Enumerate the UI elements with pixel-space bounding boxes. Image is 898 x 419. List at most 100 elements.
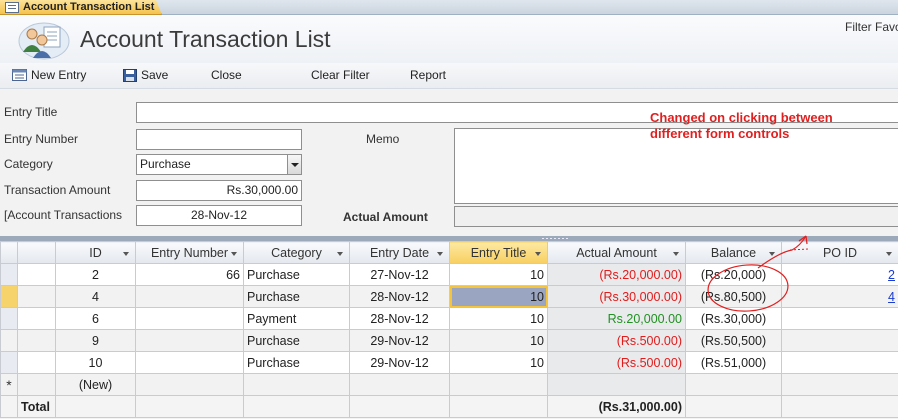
actual-amount-field[interactable] — [454, 206, 898, 227]
cell-entry-date[interactable]: 28-Nov-12 — [349, 285, 450, 308]
table-row[interactable]: 10 Purchase 29-Nov-12 10 (Rs.500.00) (Rs… — [0, 351, 898, 374]
column-header-id[interactable]: ID — [55, 241, 136, 264]
po-id-link[interactable]: 2 — [888, 268, 895, 282]
cell-category[interactable]: Purchase — [243, 285, 350, 308]
chevron-down-icon[interactable] — [886, 252, 892, 256]
row-selector[interactable] — [0, 263, 18, 286]
cell-id[interactable]: 2 — [55, 263, 136, 286]
cell-entry-title[interactable]: 10 — [449, 329, 548, 352]
chevron-down-icon[interactable] — [337, 252, 343, 256]
chevron-down-icon[interactable] — [769, 252, 775, 256]
new-record-marker[interactable]: * — [0, 373, 18, 396]
table-cell[interactable] — [17, 329, 56, 352]
cell-category[interactable]: Purchase — [243, 263, 350, 286]
new-record-row[interactable]: * (New) — [0, 373, 898, 396]
table-cell[interactable] — [547, 373, 686, 396]
cell-po-id[interactable] — [781, 307, 898, 330]
cell-category[interactable]: Payment — [243, 307, 350, 330]
table-row[interactable]: 2 66 Purchase 27-Nov-12 10 (Rs.20,000.00… — [0, 263, 898, 286]
table-cell[interactable] — [685, 373, 782, 396]
cell-entry-number[interactable] — [135, 329, 244, 352]
table-cell[interactable] — [17, 285, 56, 308]
filter-favorites-menu[interactable]: Filter Favo — [845, 20, 898, 34]
blank-header[interactable] — [17, 241, 56, 264]
chevron-down-icon[interactable] — [287, 155, 301, 174]
cell-id[interactable]: 4 — [55, 285, 136, 308]
report-button[interactable]: Report — [410, 68, 446, 82]
column-header-entry-title[interactable]: Entry Title — [449, 241, 548, 264]
cell-entry-date[interactable]: 29-Nov-12 — [349, 351, 450, 374]
cell-po-id[interactable]: 4 — [781, 285, 898, 308]
select-all-corner[interactable] — [0, 241, 18, 264]
row-selector[interactable] — [0, 351, 18, 374]
column-header-entry-number[interactable]: Entry Number — [135, 241, 244, 264]
table-row[interactable]: 4 Purchase 28-Nov-12 10 (Rs.30,000.00) (… — [0, 285, 898, 308]
column-header-actual-amount[interactable]: Actual Amount — [547, 241, 686, 264]
cell-actual-amount[interactable]: (Rs.20,000.00) — [547, 263, 686, 286]
cell-id[interactable]: 6 — [55, 307, 136, 330]
cell-id[interactable]: 9 — [55, 329, 136, 352]
cell-entry-number[interactable] — [135, 351, 244, 374]
cell-actual-amount[interactable]: (Rs.30,000.00) — [547, 285, 686, 308]
table-cell[interactable] — [781, 373, 898, 396]
table-cell[interactable] — [135, 373, 244, 396]
cell-entry-date[interactable]: 28-Nov-12 — [349, 307, 450, 330]
save-button[interactable]: Save — [123, 68, 168, 82]
column-header-entry-date[interactable]: Entry Date — [349, 241, 450, 264]
cell-id[interactable]: 10 — [55, 351, 136, 374]
cell-balance[interactable]: (Rs.50,500) — [685, 329, 782, 352]
column-header-category[interactable]: Category — [243, 241, 350, 264]
table-cell[interactable] — [17, 263, 56, 286]
cell-balance[interactable]: (Rs.80,500) — [685, 285, 782, 308]
cell-entry-number[interactable] — [135, 307, 244, 330]
cell-po-id[interactable] — [781, 329, 898, 352]
transaction-amount-field[interactable]: Rs.30,000.00 — [136, 180, 302, 201]
cell-category[interactable]: Purchase — [243, 329, 350, 352]
cell-actual-amount[interactable]: (Rs.500.00) — [547, 351, 686, 374]
account-transactions-date-field[interactable]: 28-Nov-12 — [136, 205, 302, 226]
cell-id-new[interactable]: (New) — [55, 373, 136, 396]
cell-entry-title[interactable]: 10 — [449, 263, 548, 286]
chevron-down-icon[interactable] — [673, 252, 679, 256]
cell-balance[interactable]: (Rs.30,000) — [685, 307, 782, 330]
splitter-grip-icon[interactable] — [541, 237, 569, 240]
category-combo[interactable]: Purchase — [136, 154, 302, 175]
chevron-down-icon[interactable] — [437, 252, 443, 256]
cell-entry-title-active[interactable]: 10 — [449, 285, 548, 308]
clear-filter-button[interactable]: Clear Filter — [311, 68, 370, 82]
cell-entry-date[interactable]: 27-Nov-12 — [349, 263, 450, 286]
column-header-po-id[interactable]: PO ID — [781, 241, 898, 264]
table-cell[interactable] — [349, 373, 450, 396]
cell-entry-number[interactable]: 66 — [135, 263, 244, 286]
close-button[interactable]: Close — [211, 68, 242, 82]
chevron-down-icon[interactable] — [535, 252, 541, 256]
table-cell[interactable] — [17, 307, 56, 330]
cell-entry-number[interactable] — [135, 285, 244, 308]
cell-entry-date[interactable]: 29-Nov-12 — [349, 329, 450, 352]
row-selector[interactable] — [0, 285, 18, 308]
cell-entry-title[interactable]: 10 — [449, 307, 548, 330]
document-tab-account-transaction-list[interactable]: Account Transaction List — [0, 0, 162, 15]
table-cell[interactable] — [243, 373, 350, 396]
cell-balance[interactable]: (Rs.20,000) — [685, 263, 782, 286]
table-row[interactable]: 6 Payment 28-Nov-12 10 Rs.20,000.00 (Rs.… — [0, 307, 898, 330]
cell-balance[interactable]: (Rs.51,000) — [685, 351, 782, 374]
table-cell[interactable] — [17, 373, 56, 396]
chevron-down-icon[interactable] — [231, 252, 237, 256]
new-entry-button[interactable]: New Entry — [12, 68, 86, 82]
cell-actual-amount[interactable]: Rs.20,000.00 — [547, 307, 686, 330]
cell-entry-title[interactable]: 10 — [449, 351, 548, 374]
cell-po-id[interactable] — [781, 351, 898, 374]
table-cell[interactable] — [449, 373, 548, 396]
cell-category[interactable]: Purchase — [243, 351, 350, 374]
cell-po-id[interactable]: 2 — [781, 263, 898, 286]
cell-actual-amount[interactable]: (Rs.500.00) — [547, 329, 686, 352]
table-cell[interactable] — [17, 351, 56, 374]
table-row[interactable]: 9 Purchase 29-Nov-12 10 (Rs.500.00) (Rs.… — [0, 329, 898, 352]
entry-number-field[interactable] — [136, 129, 302, 150]
row-selector[interactable] — [0, 329, 18, 352]
column-header-balance[interactable]: Balance — [685, 241, 782, 264]
po-id-link[interactable]: 4 — [888, 290, 895, 304]
row-selector[interactable] — [0, 307, 18, 330]
chevron-down-icon[interactable] — [123, 252, 129, 256]
